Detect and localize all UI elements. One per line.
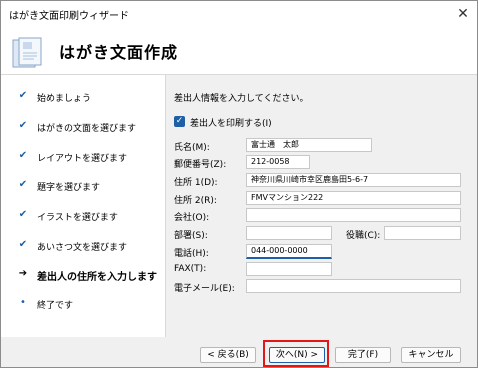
bullet-icon: • bbox=[20, 297, 26, 308]
close-icon[interactable]: ✕ bbox=[455, 6, 471, 22]
postal-label: 郵便番号(Z): bbox=[174, 160, 227, 170]
page-title: はがき文面作成 bbox=[59, 43, 179, 62]
email-field[interactable] bbox=[246, 279, 461, 293]
wizard-window: はがき文面印刷ウィザード ✕ はがき文面作成 ✔ 始めましょう ✔ はがきの文面… bbox=[0, 0, 478, 368]
instruction-text: 差出人情報を入力してください。 bbox=[174, 94, 309, 104]
step-select-layout: ✔ レイアウトを選びます bbox=[1, 147, 165, 167]
step-select-greeting: ✔ あいさつ文を選びます bbox=[1, 236, 165, 256]
title-bar: はがき文面印刷ウィザード ✕ bbox=[1, 1, 477, 27]
step-finish: • 終了です bbox=[1, 294, 165, 314]
sender-form: 差出人情報を入力してください。 ✓ 差出人を印刷する(I) 氏名(M): 富士通… bbox=[166, 75, 477, 337]
check-icon: ✔ bbox=[18, 209, 28, 220]
check-icon: ✔ bbox=[18, 90, 28, 101]
check-icon: ✔ bbox=[18, 120, 28, 131]
step-label: 始めましょう bbox=[37, 94, 92, 104]
postcard-icon bbox=[12, 37, 42, 68]
cancel-button[interactable]: キャンセル bbox=[401, 347, 461, 363]
finish-button[interactable]: 完了(F) bbox=[335, 347, 391, 363]
department-label: 部署(S): bbox=[174, 231, 208, 241]
step-label: レイアウトを選びます bbox=[37, 154, 128, 164]
position-label: 役職(C): bbox=[346, 231, 381, 241]
step-label: イラストを選びます bbox=[37, 213, 118, 223]
step-select-design: ✔ はがきの文面を選びます bbox=[1, 117, 165, 137]
phone-label: 電話(H): bbox=[174, 249, 209, 259]
wizard-header: はがき文面作成 bbox=[1, 27, 477, 75]
position-field[interactable] bbox=[384, 226, 461, 240]
arrow-right-icon: ➔ bbox=[18, 268, 28, 279]
check-icon: ✔ bbox=[18, 179, 28, 190]
department-field[interactable] bbox=[246, 226, 332, 240]
name-field[interactable]: 富士通 太郎 bbox=[246, 138, 372, 152]
step-select-illustration: ✔ イラストを選びます bbox=[1, 206, 165, 226]
step-label: 終了です bbox=[37, 301, 74, 311]
name-label: 氏名(M): bbox=[174, 143, 210, 153]
next-button-highlight bbox=[263, 340, 329, 367]
step-start: ✔ 始めましょう bbox=[1, 87, 165, 107]
address2-label: 住所 2(R): bbox=[174, 196, 217, 206]
address1-field[interactable]: 神奈川県川崎市幸区鹿島田5-6-7 bbox=[246, 173, 461, 187]
wizard-steps: ✔ 始めましょう ✔ はがきの文面を選びます ✔ レイアウトを選びます ✔ 題字… bbox=[1, 75, 166, 337]
step-label: はがきの文面を選びます bbox=[37, 124, 137, 134]
back-button[interactable]: < 戻る(B) bbox=[200, 347, 256, 363]
fax-field[interactable] bbox=[246, 262, 332, 276]
step-sender-address: ➔ 差出人の住所を入力します bbox=[1, 265, 165, 285]
print-sender-label: 差出人を印刷する(I) bbox=[190, 119, 272, 129]
address2-field[interactable]: FMVマンション222 bbox=[246, 191, 461, 205]
step-label: あいさつ文を選びます bbox=[37, 243, 128, 253]
company-field[interactable] bbox=[246, 208, 461, 222]
phone-field[interactable]: 044-000-0000 bbox=[246, 244, 332, 259]
step-select-title: ✔ 題字を選びます bbox=[1, 176, 165, 196]
window-title: はがき文面印刷ウィザード bbox=[9, 11, 129, 22]
print-sender-checkbox[interactable]: ✓ bbox=[174, 116, 185, 127]
email-label: 電子メール(E): bbox=[174, 284, 235, 294]
step-label: 題字を選びます bbox=[37, 183, 101, 193]
check-icon: ✔ bbox=[18, 239, 28, 250]
check-icon: ✔ bbox=[18, 150, 28, 161]
address1-label: 住所 1(D): bbox=[174, 178, 218, 188]
fax-label: FAX(T): bbox=[174, 264, 207, 274]
postal-field[interactable]: 212-0058 bbox=[246, 155, 310, 169]
company-label: 会社(O): bbox=[174, 213, 210, 223]
step-label: 差出人の住所を入力します bbox=[37, 272, 157, 283]
